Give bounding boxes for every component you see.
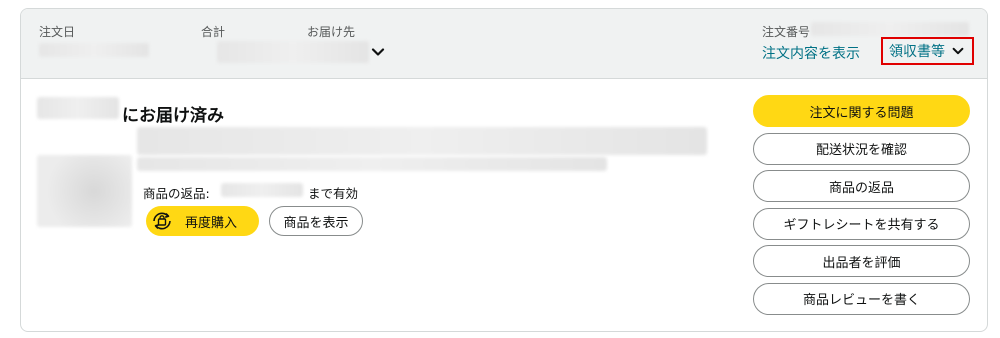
- order-number-value-redacted: [811, 22, 969, 36]
- order-date-value-redacted: [39, 43, 149, 57]
- receipt-label: 領収書等: [889, 44, 945, 60]
- chevron-down-icon: [952, 47, 964, 55]
- order-header: 注文日 合計 お届け先 注文番号 注文内容を表示 領収書等: [21, 9, 987, 79]
- buy-again-label: 再度購入: [185, 215, 238, 231]
- track-package-button[interactable]: 配送状況を確認: [753, 132, 970, 165]
- return-date-redacted: [221, 183, 303, 197]
- buy-again-button[interactable]: 再度購入: [146, 206, 259, 236]
- product-title-line2-redacted: [137, 157, 607, 171]
- rebuy-bag-icon: [147, 206, 177, 236]
- return-items-button[interactable]: 商品の返品: [753, 170, 970, 202]
- order-card: 注文日 合計 お届け先 注文番号 注文内容を表示 領収書等 にお届け済み 商品の…: [20, 8, 988, 332]
- order-number-label: 注文番号: [762, 25, 811, 39]
- delivery-date-redacted: [37, 97, 119, 119]
- return-until-label: まで有効: [308, 186, 359, 201]
- return-window-label: 商品の返品:: [143, 186, 210, 201]
- view-order-details-link[interactable]: 注文内容を表示: [762, 43, 860, 63]
- order-date-label: 注文日: [39, 25, 76, 39]
- receipt-dropdown[interactable]: 領収書等: [881, 37, 974, 65]
- ship-to-label: お届け先: [307, 25, 356, 39]
- share-gift-receipt-button[interactable]: ギフトレシートを共有する: [753, 207, 970, 240]
- write-review-button[interactable]: 商品レビューを書く: [753, 282, 970, 315]
- order-problem-button[interactable]: 注文に関する問題: [753, 95, 970, 127]
- product-title-redacted[interactable]: [137, 127, 707, 155]
- chevron-down-icon[interactable]: [370, 44, 386, 60]
- product-image-redacted[interactable]: [37, 155, 132, 227]
- view-item-button[interactable]: 商品を表示: [269, 206, 363, 236]
- total-label: 合計: [201, 25, 226, 39]
- ship-to-value-redacted: [217, 41, 369, 63]
- order-actions: 注文に関する問題 配送状況を確認 商品の返品 ギフトレシートを共有する 出品者を…: [753, 95, 970, 320]
- delivery-status: にお届け済み: [122, 106, 224, 126]
- rate-seller-button[interactable]: 出品者を評価: [753, 245, 970, 277]
